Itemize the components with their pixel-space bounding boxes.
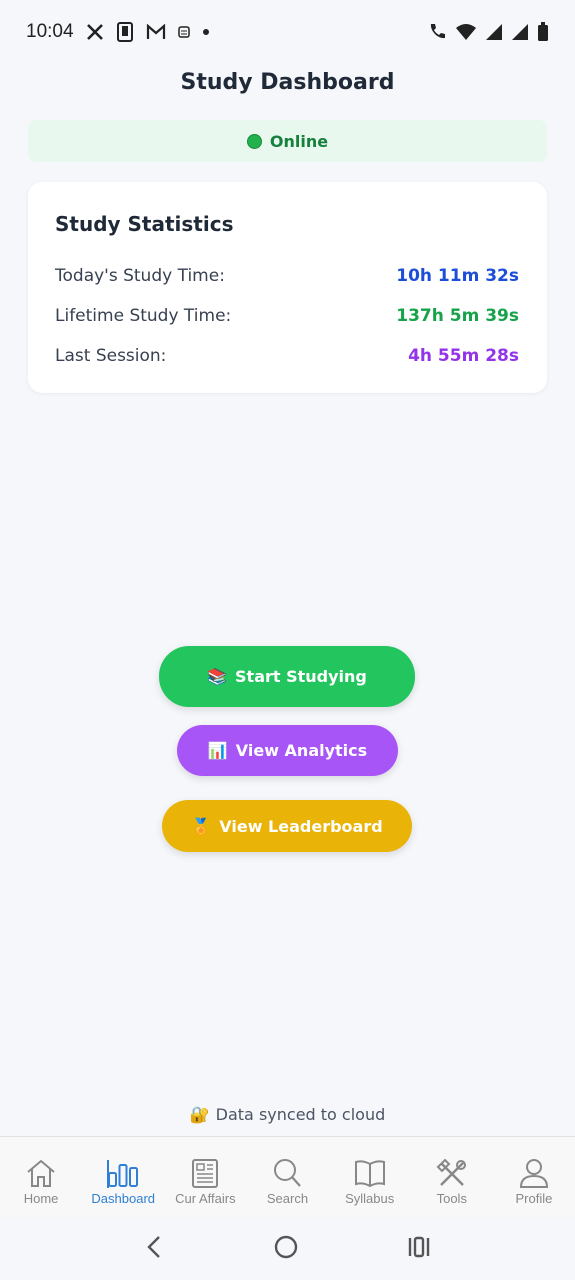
chart-icon: 📊 [207, 741, 228, 760]
battery-icon [537, 22, 549, 42]
nav-label: Cur Affairs [175, 1191, 236, 1206]
stat-label: Last Session: [55, 346, 167, 366]
statistics-heading: Study Statistics [55, 212, 234, 236]
status-time: 10:04 [26, 21, 74, 42]
stat-value: 4h 55m 28s [408, 346, 519, 366]
phone-icon [116, 22, 134, 42]
signal-icon [485, 23, 503, 41]
books-icon: 📚 [207, 667, 228, 686]
status-bar: 10:04 [0, 0, 575, 64]
status-dot-icon [246, 133, 262, 149]
view-analytics-label: View Analytics [235, 741, 368, 760]
online-status-badge: Online [28, 120, 547, 162]
stat-value: 137h 5m 39s [396, 306, 519, 326]
call-icon [427, 22, 447, 42]
page-title: Study Dashboard [180, 70, 395, 95]
study-statistics-card: Study Statistics Today's Study Time: 10h… [28, 182, 547, 393]
user-icon [519, 1159, 548, 1188]
recent-apps-icon[interactable] [406, 1234, 432, 1264]
stat-row-last-session: Last Session: 4h 55m 28s [55, 336, 519, 376]
nav-label: Syllabus [345, 1191, 395, 1206]
x-icon [86, 23, 104, 41]
medal-icon: 🏅 [191, 816, 212, 836]
bar-chart-icon [107, 1160, 139, 1188]
signal-icon [511, 23, 529, 41]
search-icon [274, 1159, 302, 1187]
wifi-icon [455, 23, 477, 41]
nav-item-home[interactable]: Home [0, 1137, 82, 1218]
bottom-navigation: Home Dashboard Cur Affairs Search Syllab… [0, 1136, 575, 1218]
system-navigation-bar [0, 1218, 575, 1280]
sync-status-text: Data synced to cloud [215, 1105, 386, 1124]
nav-item-syllabus[interactable]: Syllabus [329, 1137, 411, 1218]
view-leaderboard-label: View Leaderboard [219, 816, 383, 836]
nav-item-profile[interactable]: Profile [493, 1137, 575, 1218]
nav-item-tools[interactable]: Tools [411, 1137, 493, 1218]
start-studying-label: Start Studying [235, 667, 367, 686]
nav-item-current-affairs[interactable]: Cur Affairs [164, 1137, 246, 1218]
nav-item-search[interactable]: Search [246, 1137, 328, 1218]
tools-icon [436, 1158, 466, 1186]
stat-label: Today's Study Time: [55, 266, 225, 286]
view-analytics-button[interactable]: 📊 View Analytics [177, 725, 398, 776]
nav-label: Tools [436, 1191, 467, 1206]
online-status-label: Online [269, 131, 329, 151]
stat-label: Lifetime Study Time: [55, 306, 232, 326]
stat-value: 10h 11m 32s [396, 266, 519, 286]
view-leaderboard-button[interactable]: 🏅 View Leaderboard [162, 800, 412, 852]
lock-key-icon: 🔐 [189, 1105, 210, 1124]
nav-label: Dashboard [91, 1191, 156, 1206]
stat-row-lifetime: Lifetime Study Time: 137h 5m 39s [55, 296, 519, 336]
home-icon [27, 1159, 55, 1187]
home-circle-icon[interactable] [273, 1234, 299, 1264]
nav-item-dashboard[interactable]: Dashboard [82, 1137, 164, 1218]
nav-label: Profile [515, 1191, 553, 1206]
gmail-icon [146, 24, 166, 40]
start-studying-button[interactable]: 📚 Start Studying [159, 646, 415, 707]
book-icon [354, 1160, 385, 1188]
dot-icon [202, 28, 210, 36]
newspaper-icon [192, 1159, 219, 1188]
nav-label: Home [23, 1191, 59, 1206]
nav-label: Search [266, 1191, 309, 1206]
sync-status: 🔐 Data synced to cloud [0, 1105, 575, 1124]
back-icon[interactable] [144, 1234, 166, 1264]
notification-icon [177, 26, 190, 38]
stat-row-today: Today's Study Time: 10h 11m 32s [55, 256, 519, 296]
